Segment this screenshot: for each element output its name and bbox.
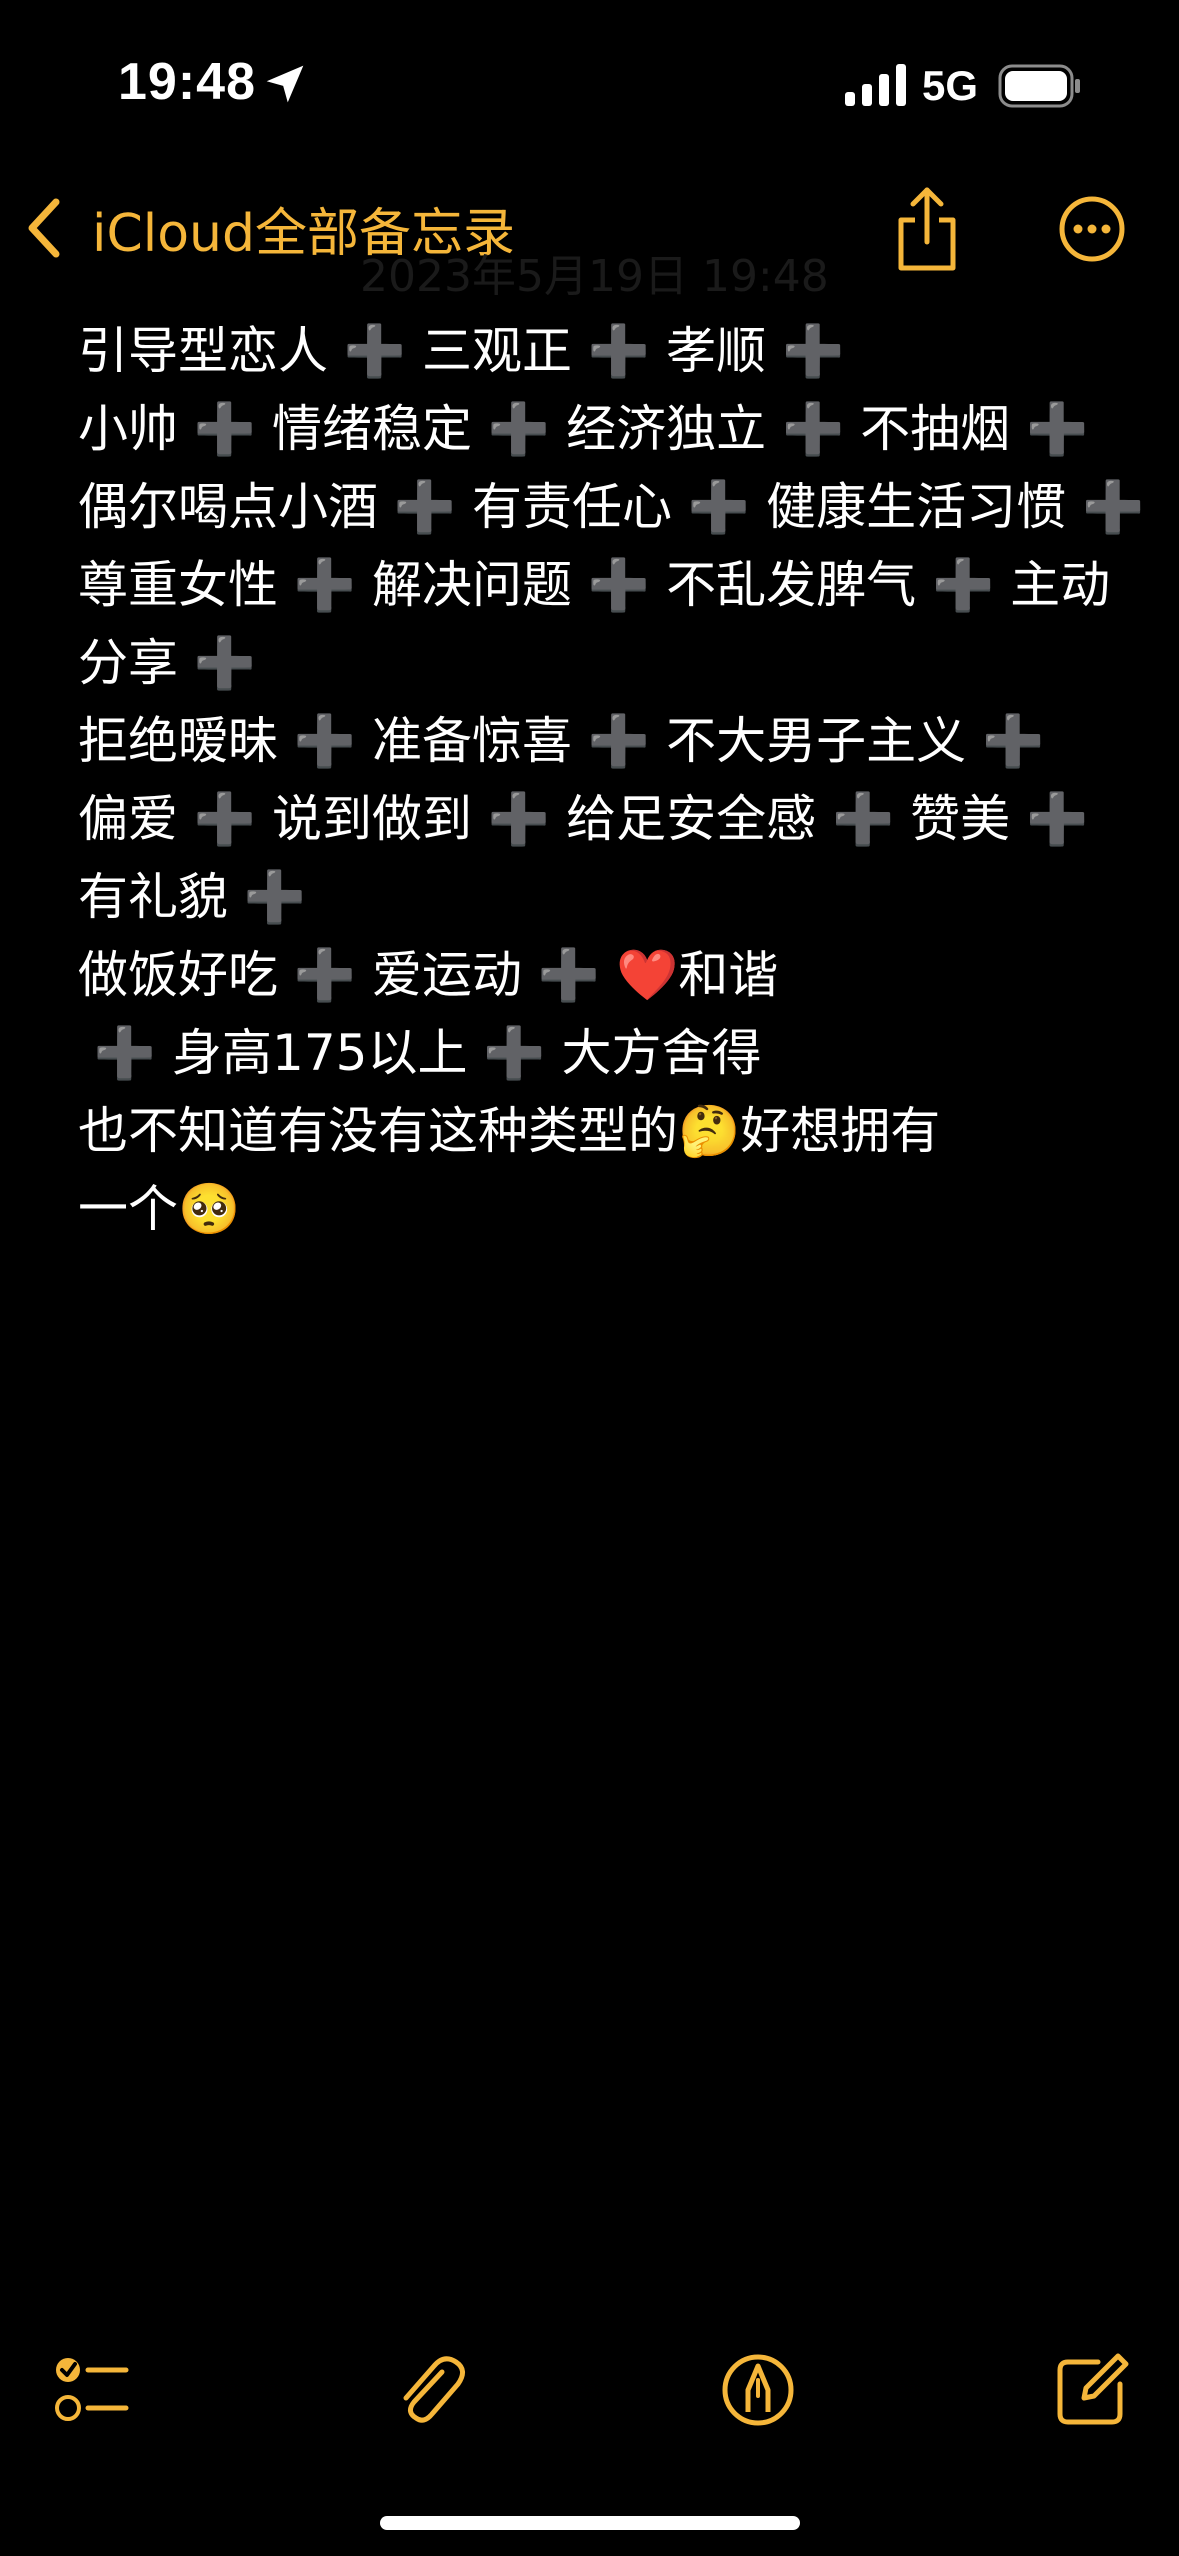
note-line: 做饭好吃 ➕ 爱运动 ➕ ❤️和谐 [78, 946, 779, 1004]
chevron-left-icon [28, 198, 60, 258]
note-line: 偶尔喝点小酒 ➕ 有责任心 ➕ 健康生活习惯 ➕ [78, 478, 1145, 536]
share-icon[interactable] [895, 186, 959, 272]
note-line: 一个🥺 [78, 1180, 241, 1238]
note-line: 尊重女性 ➕ 解决问题 ➕ 不乱发脾气 ➕ 主动 [78, 556, 1111, 614]
network-label: 5G [922, 62, 979, 109]
note-line: 偏爱 ➕ 说到做到 ➕ 给足安全感 ➕ 赞美 ➕ [78, 790, 1089, 848]
markup-pen-icon[interactable] [718, 2350, 798, 2430]
bottom-toolbar [0, 2340, 1179, 2450]
cellular-signal-icon [845, 64, 906, 106]
status-time: 19:48 [118, 53, 256, 111]
note-line: 小帅 ➕ 情绪稳定 ➕ 经济独立 ➕ 不抽烟 ➕ [78, 400, 1089, 458]
note-line: 拒绝暧昧 ➕ 准备惊喜 ➕ 不大男子主义 ➕ [78, 712, 1045, 770]
note-body[interactable]: 引导型恋人 ➕ 三观正 ➕ 孝顺 ➕ 小帅 ➕ 情绪稳定 ➕ 经济独立 ➕ 不抽… [78, 312, 1145, 1248]
note-line: 有礼貌 ➕ [78, 868, 307, 926]
compose-icon[interactable] [1052, 2350, 1132, 2430]
location-arrow-icon [266, 65, 304, 103]
checklist-icon[interactable] [52, 2350, 132, 2430]
note-line: 也不知道有没有这种类型的🤔好想拥有 [78, 1102, 941, 1160]
status-bar: 19:48 5G [0, 0, 1179, 150]
paperclip-icon[interactable] [390, 2350, 470, 2430]
ellipsis-circle-icon[interactable] [1058, 195, 1126, 263]
note-line: ➕ 身高175以上 ➕ 大方舍得 [78, 1024, 762, 1082]
note-line: 分享 ➕ [78, 634, 257, 692]
battery-icon [998, 64, 1080, 108]
note-line: 引导型恋人 ➕ 三观正 ➕ 孝顺 ➕ [78, 322, 845, 380]
home-indicator[interactable] [380, 2516, 800, 2530]
note-date: 2023年5月19日 19:48 [360, 251, 829, 302]
